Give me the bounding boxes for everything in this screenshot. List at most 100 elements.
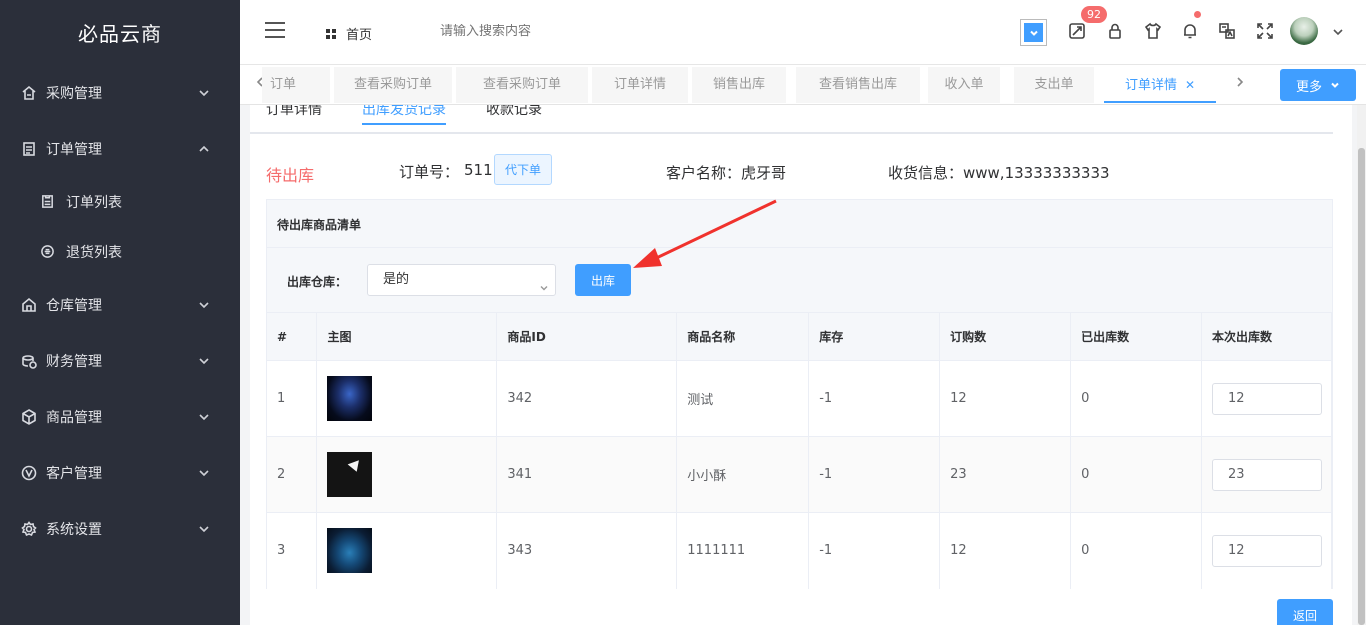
tabs-scroll-right-icon[interactable]: [1235, 75, 1249, 89]
sidebar-item-customers[interactable]: 客户管理: [0, 445, 240, 501]
outbound-qty-input[interactable]: [1211, 534, 1322, 567]
skin-icon[interactable]: [1142, 20, 1164, 42]
sidebar-item-label: 订单管理: [46, 142, 102, 158]
stock: -1: [808, 360, 941, 437]
home-breadcrumb[interactable]: 首页: [326, 24, 372, 43]
chevron-down-icon: [198, 355, 210, 367]
tab-view-sales-outbound[interactable]: 查看销售出库: [796, 67, 920, 103]
sidebar-item-purchase[interactable]: 采购管理: [0, 65, 240, 121]
chevron-down-icon: [198, 523, 210, 535]
table-header-row: # 主图 商品ID 商品名称 库存 订购数 已出库数 本次出库数: [267, 312, 1333, 361]
shipped-qty: 0: [1070, 360, 1202, 437]
chevron-down-icon: [198, 87, 210, 99]
tab-order-detail[interactable]: 订单详情: [592, 67, 688, 103]
panel-title: 待出库商品清单: [277, 218, 362, 232]
tab-order[interactable]: 订单: [262, 67, 330, 103]
column-header: 本次出库数: [1201, 312, 1333, 361]
sidebar-item-finance[interactable]: 财务管理: [0, 333, 240, 389]
grid-icon: [326, 28, 336, 39]
receiving-info: 收货信息：www,13333333333: [888, 164, 1110, 182]
detail-subtabs: 订单详情 出库发货记录 收款记录: [250, 105, 1333, 134]
pending-tasks-icon[interactable]: [1066, 20, 1088, 42]
scrollbar-thumb[interactable]: [1358, 148, 1365, 625]
chevron-down-icon: [1331, 82, 1339, 88]
product-icon: [20, 408, 38, 426]
settings-icon: [20, 520, 38, 538]
top-header: 首页 92: [240, 0, 1366, 65]
product-name: 1111111: [676, 512, 810, 589]
subtab-payment-records[interactable]: 收款记录: [486, 105, 542, 125]
lock-icon[interactable]: [1104, 20, 1126, 42]
search-input[interactable]: [440, 24, 640, 39]
translate-icon[interactable]: [1216, 20, 1238, 42]
product-thumbnail[interactable]: [327, 528, 373, 574]
stock: -1: [808, 512, 941, 589]
sidebar-item-label: 财务管理: [46, 354, 102, 370]
product-image-cell: [316, 360, 498, 437]
close-icon[interactable]: ✕: [1185, 67, 1195, 103]
back-button[interactable]: 返回: [1277, 599, 1333, 625]
tab-view-purchase-order[interactable]: 查看采购订单: [456, 67, 588, 103]
sidebar-item-settings[interactable]: 系统设置: [0, 501, 240, 557]
product-name: 测试: [676, 360, 810, 437]
ordered-qty: 12: [939, 360, 1072, 437]
tab-order-detail-active[interactable]: 订单详情 ✕: [1104, 67, 1216, 103]
sidebar-item-orders[interactable]: 订单管理: [0, 121, 240, 177]
outbound-qty-cell: [1201, 436, 1333, 513]
product-id: 343: [496, 512, 678, 589]
pending-outbound-panel: 待出库商品清单 出库仓库： 是的 出库 # 主图 商品ID 商品名称 库存 订购…: [266, 199, 1333, 589]
sidebar-subitem-return-list[interactable]: 退货列表: [0, 227, 240, 277]
outbound-items-table: # 主图 商品ID 商品名称 库存 订购数 已出库数 本次出库数 1 342 测…: [267, 312, 1333, 589]
tabs-bar: 订单 查看采购订单 查看采购订单 订单详情 销售出库 查看销售出库 收入单 支出…: [240, 65, 1366, 105]
tab-income[interactable]: 收入单: [928, 67, 1000, 103]
product-id: 341: [496, 436, 678, 513]
sidebar-item-products[interactable]: 商品管理: [0, 389, 240, 445]
subtab-order-detail[interactable]: 订单详情: [266, 105, 322, 125]
warehouse-select[interactable]: 是的: [367, 264, 556, 296]
tab-label: 订单详情: [1124, 78, 1177, 93]
column-header: 商品名称: [676, 312, 810, 361]
proxy-order-button[interactable]: 代下单: [494, 154, 552, 185]
sidebar-item-warehouse[interactable]: 仓库管理: [0, 277, 240, 333]
product-image-cell: [316, 436, 498, 513]
tab-sales-outbound[interactable]: 销售出库: [692, 67, 786, 103]
column-header: 订购数: [939, 312, 1072, 361]
column-header: #: [267, 312, 318, 361]
warehouse-label: 出库仓库：: [287, 275, 348, 289]
warehouse-value: 是的: [383, 272, 410, 287]
outbound-button[interactable]: 出库: [575, 264, 631, 296]
fullscreen-icon[interactable]: [1254, 20, 1276, 42]
chevron-down-icon[interactable]: [1332, 26, 1344, 38]
hamburger-icon[interactable]: [265, 22, 285, 38]
warehouse-icon: [20, 296, 38, 314]
more-label: 更多: [1295, 79, 1322, 95]
return-icon: [40, 244, 56, 260]
product-thumbnail[interactable]: [327, 376, 373, 421]
row-index: 3: [267, 512, 318, 589]
sidebar-item-label: 客户管理: [46, 466, 102, 482]
outbound-qty-input[interactable]: [1211, 382, 1322, 415]
table-row: 3 343 1111111 -1 12 0: [267, 512, 1333, 589]
bell-icon[interactable]: [1179, 20, 1201, 42]
purchase-icon: [20, 84, 38, 102]
tab-view-purchase-order[interactable]: 查看采购订单: [334, 67, 452, 103]
sidebar-subitem-order-list[interactable]: 订单列表: [0, 177, 240, 227]
subtab-outbound-records[interactable]: 出库发货记录: [362, 105, 446, 125]
tab-expense[interactable]: 支出单: [1014, 67, 1094, 103]
column-header: 主图: [316, 312, 498, 361]
product-name: 小小酥: [676, 436, 810, 513]
table-row: 1 342 测试 -1 12 0: [267, 360, 1333, 437]
product-thumbnail[interactable]: [327, 452, 373, 497]
home-label: 首页: [346, 28, 373, 43]
sidebar-item-label: 系统设置: [46, 522, 102, 538]
column-header: 商品ID: [496, 312, 678, 361]
ordered-qty: 12: [939, 512, 1072, 589]
outbound-qty-input[interactable]: [1211, 458, 1322, 491]
chevron-down-icon: [539, 275, 549, 291]
theme-color-picker[interactable]: [1020, 19, 1047, 46]
column-header: 已出库数: [1070, 312, 1202, 361]
order-number-label: 订单号：: [399, 163, 460, 181]
more-tabs-button[interactable]: 更多: [1280, 69, 1356, 101]
avatar[interactable]: [1290, 17, 1318, 45]
chevron-down-icon: [198, 411, 210, 423]
